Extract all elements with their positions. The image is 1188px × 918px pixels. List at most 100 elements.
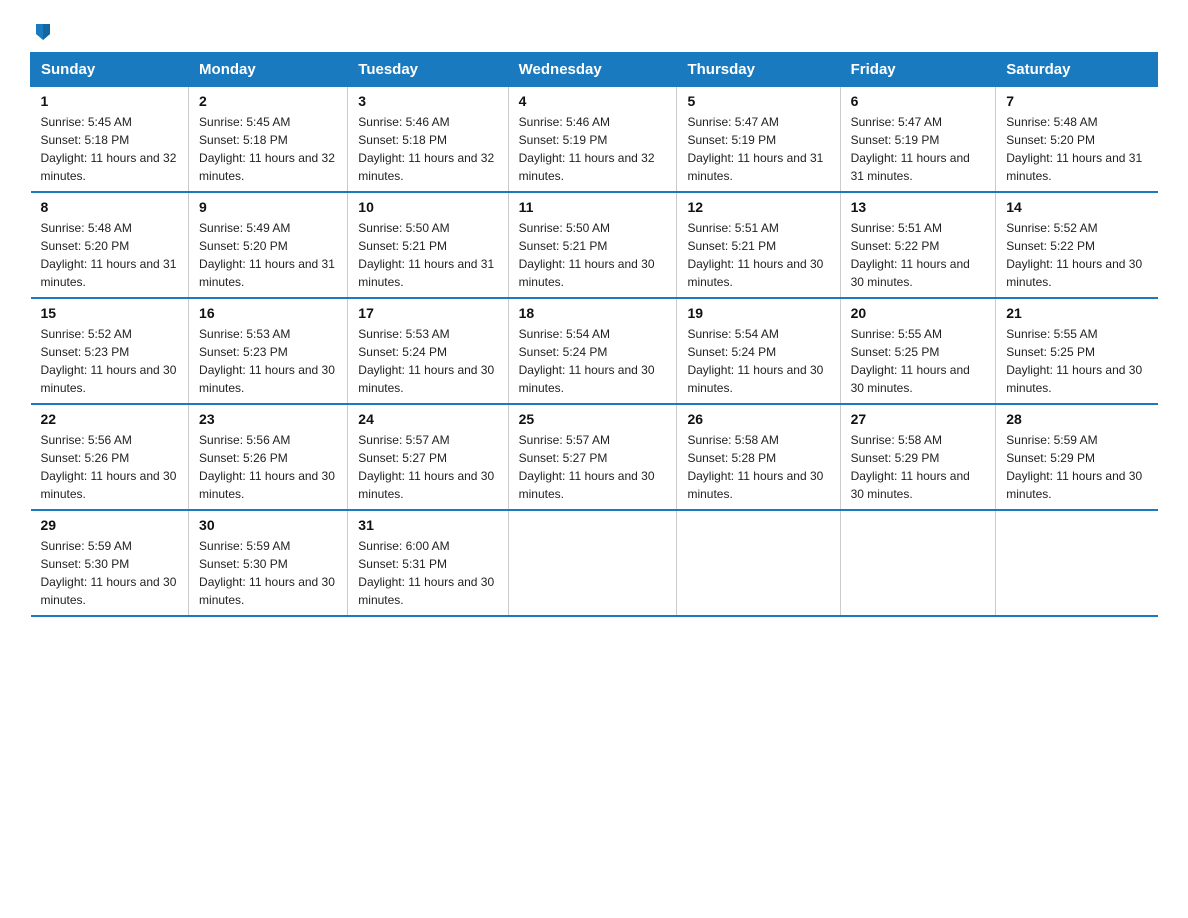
day-number: 13 (851, 199, 986, 215)
day-info: Sunrise: 5:53 AM Sunset: 5:24 PM Dayligh… (358, 325, 497, 397)
day-number: 31 (358, 517, 497, 533)
day-number: 16 (199, 305, 337, 321)
day-number: 30 (199, 517, 337, 533)
day-number: 24 (358, 411, 497, 427)
day-info: Sunrise: 5:58 AM Sunset: 5:29 PM Dayligh… (851, 431, 986, 503)
day-number: 19 (687, 305, 829, 321)
calendar-day-cell: 9 Sunrise: 5:49 AM Sunset: 5:20 PM Dayli… (189, 192, 348, 298)
calendar-day-cell: 29 Sunrise: 5:59 AM Sunset: 5:30 PM Dayl… (31, 510, 189, 616)
calendar-day-cell: 20 Sunrise: 5:55 AM Sunset: 5:25 PM Dayl… (840, 298, 996, 404)
day-info: Sunrise: 5:46 AM Sunset: 5:18 PM Dayligh… (358, 113, 497, 185)
calendar-week-row: 8 Sunrise: 5:48 AM Sunset: 5:20 PM Dayli… (31, 192, 1158, 298)
day-info: Sunrise: 5:54 AM Sunset: 5:24 PM Dayligh… (687, 325, 829, 397)
calendar-week-row: 15 Sunrise: 5:52 AM Sunset: 5:23 PM Dayl… (31, 298, 1158, 404)
calendar-day-cell: 18 Sunrise: 5:54 AM Sunset: 5:24 PM Dayl… (508, 298, 677, 404)
calendar-day-cell: 6 Sunrise: 5:47 AM Sunset: 5:19 PM Dayli… (840, 87, 996, 193)
day-info: Sunrise: 5:56 AM Sunset: 5:26 PM Dayligh… (41, 431, 179, 503)
calendar-day-cell: 22 Sunrise: 5:56 AM Sunset: 5:26 PM Dayl… (31, 404, 189, 510)
day-info: Sunrise: 5:55 AM Sunset: 5:25 PM Dayligh… (851, 325, 986, 397)
calendar-day-cell: 30 Sunrise: 5:59 AM Sunset: 5:30 PM Dayl… (189, 510, 348, 616)
day-info: Sunrise: 5:47 AM Sunset: 5:19 PM Dayligh… (851, 113, 986, 185)
calendar-day-cell: 31 Sunrise: 6:00 AM Sunset: 5:31 PM Dayl… (348, 510, 508, 616)
day-info: Sunrise: 5:49 AM Sunset: 5:20 PM Dayligh… (199, 219, 337, 291)
day-info: Sunrise: 5:48 AM Sunset: 5:20 PM Dayligh… (1006, 113, 1147, 185)
day-info: Sunrise: 5:53 AM Sunset: 5:23 PM Dayligh… (199, 325, 337, 397)
day-info: Sunrise: 5:56 AM Sunset: 5:26 PM Dayligh… (199, 431, 337, 503)
calendar-header-row: Sunday Monday Tuesday Wednesday Thursday… (31, 53, 1158, 87)
day-info: Sunrise: 6:00 AM Sunset: 5:31 PM Dayligh… (358, 537, 497, 609)
day-number: 12 (687, 199, 829, 215)
calendar-week-row: 29 Sunrise: 5:59 AM Sunset: 5:30 PM Dayl… (31, 510, 1158, 616)
calendar-day-cell: 5 Sunrise: 5:47 AM Sunset: 5:19 PM Dayli… (677, 87, 840, 193)
calendar-day-cell (840, 510, 996, 616)
day-info: Sunrise: 5:58 AM Sunset: 5:28 PM Dayligh… (687, 431, 829, 503)
calendar-day-cell: 26 Sunrise: 5:58 AM Sunset: 5:28 PM Dayl… (677, 404, 840, 510)
day-info: Sunrise: 5:50 AM Sunset: 5:21 PM Dayligh… (358, 219, 497, 291)
day-info: Sunrise: 5:54 AM Sunset: 5:24 PM Dayligh… (519, 325, 667, 397)
calendar-day-cell: 25 Sunrise: 5:57 AM Sunset: 5:27 PM Dayl… (508, 404, 677, 510)
day-info: Sunrise: 5:59 AM Sunset: 5:30 PM Dayligh… (41, 537, 179, 609)
day-number: 29 (41, 517, 179, 533)
day-info: Sunrise: 5:51 AM Sunset: 5:21 PM Dayligh… (687, 219, 829, 291)
day-number: 7 (1006, 93, 1147, 109)
day-number: 18 (519, 305, 667, 321)
day-number: 4 (519, 93, 667, 109)
day-info: Sunrise: 5:55 AM Sunset: 5:25 PM Dayligh… (1006, 325, 1147, 397)
day-number: 9 (199, 199, 337, 215)
calendar-week-row: 22 Sunrise: 5:56 AM Sunset: 5:26 PM Dayl… (31, 404, 1158, 510)
calendar-day-cell: 1 Sunrise: 5:45 AM Sunset: 5:18 PM Dayli… (31, 87, 189, 193)
calendar-day-cell: 8 Sunrise: 5:48 AM Sunset: 5:20 PM Dayli… (31, 192, 189, 298)
page-header (30, 20, 1158, 42)
day-number: 2 (199, 93, 337, 109)
header-sunday: Sunday (31, 53, 189, 87)
day-number: 25 (519, 411, 667, 427)
day-info: Sunrise: 5:52 AM Sunset: 5:23 PM Dayligh… (41, 325, 179, 397)
calendar-day-cell: 23 Sunrise: 5:56 AM Sunset: 5:26 PM Dayl… (189, 404, 348, 510)
calendar-day-cell (508, 510, 677, 616)
calendar-day-cell (677, 510, 840, 616)
day-number: 5 (687, 93, 829, 109)
header-wednesday: Wednesday (508, 53, 677, 87)
calendar-day-cell: 21 Sunrise: 5:55 AM Sunset: 5:25 PM Dayl… (996, 298, 1158, 404)
calendar-day-cell: 24 Sunrise: 5:57 AM Sunset: 5:27 PM Dayl… (348, 404, 508, 510)
day-number: 6 (851, 93, 986, 109)
day-number: 22 (41, 411, 179, 427)
calendar-day-cell: 28 Sunrise: 5:59 AM Sunset: 5:29 PM Dayl… (996, 404, 1158, 510)
header-tuesday: Tuesday (348, 53, 508, 87)
day-number: 10 (358, 199, 497, 215)
day-number: 20 (851, 305, 986, 321)
day-number: 28 (1006, 411, 1147, 427)
calendar-day-cell: 14 Sunrise: 5:52 AM Sunset: 5:22 PM Dayl… (996, 192, 1158, 298)
day-number: 26 (687, 411, 829, 427)
calendar-day-cell: 2 Sunrise: 5:45 AM Sunset: 5:18 PM Dayli… (189, 87, 348, 193)
day-info: Sunrise: 5:50 AM Sunset: 5:21 PM Dayligh… (519, 219, 667, 291)
calendar-day-cell: 16 Sunrise: 5:53 AM Sunset: 5:23 PM Dayl… (189, 298, 348, 404)
calendar-day-cell: 11 Sunrise: 5:50 AM Sunset: 5:21 PM Dayl… (508, 192, 677, 298)
calendar-day-cell: 3 Sunrise: 5:46 AM Sunset: 5:18 PM Dayli… (348, 87, 508, 193)
calendar-day-cell (996, 510, 1158, 616)
day-number: 14 (1006, 199, 1147, 215)
calendar-day-cell: 19 Sunrise: 5:54 AM Sunset: 5:24 PM Dayl… (677, 298, 840, 404)
day-info: Sunrise: 5:46 AM Sunset: 5:19 PM Dayligh… (519, 113, 667, 185)
day-number: 15 (41, 305, 179, 321)
day-info: Sunrise: 5:59 AM Sunset: 5:30 PM Dayligh… (199, 537, 337, 609)
day-info: Sunrise: 5:57 AM Sunset: 5:27 PM Dayligh… (519, 431, 667, 503)
day-number: 3 (358, 93, 497, 109)
day-info: Sunrise: 5:45 AM Sunset: 5:18 PM Dayligh… (41, 113, 179, 185)
calendar-day-cell: 10 Sunrise: 5:50 AM Sunset: 5:21 PM Dayl… (348, 192, 508, 298)
day-number: 1 (41, 93, 179, 109)
calendar-day-cell: 13 Sunrise: 5:51 AM Sunset: 5:22 PM Dayl… (840, 192, 996, 298)
day-info: Sunrise: 5:45 AM Sunset: 5:18 PM Dayligh… (199, 113, 337, 185)
day-number: 8 (41, 199, 179, 215)
calendar-week-row: 1 Sunrise: 5:45 AM Sunset: 5:18 PM Dayli… (31, 87, 1158, 193)
header-thursday: Thursday (677, 53, 840, 87)
logo-arrow-icon (32, 20, 54, 42)
day-info: Sunrise: 5:52 AM Sunset: 5:22 PM Dayligh… (1006, 219, 1147, 291)
calendar-day-cell: 15 Sunrise: 5:52 AM Sunset: 5:23 PM Dayl… (31, 298, 189, 404)
day-info: Sunrise: 5:51 AM Sunset: 5:22 PM Dayligh… (851, 219, 986, 291)
day-info: Sunrise: 5:48 AM Sunset: 5:20 PM Dayligh… (41, 219, 179, 291)
day-info: Sunrise: 5:57 AM Sunset: 5:27 PM Dayligh… (358, 431, 497, 503)
logo (30, 20, 66, 42)
day-number: 23 (199, 411, 337, 427)
header-monday: Monday (189, 53, 348, 87)
